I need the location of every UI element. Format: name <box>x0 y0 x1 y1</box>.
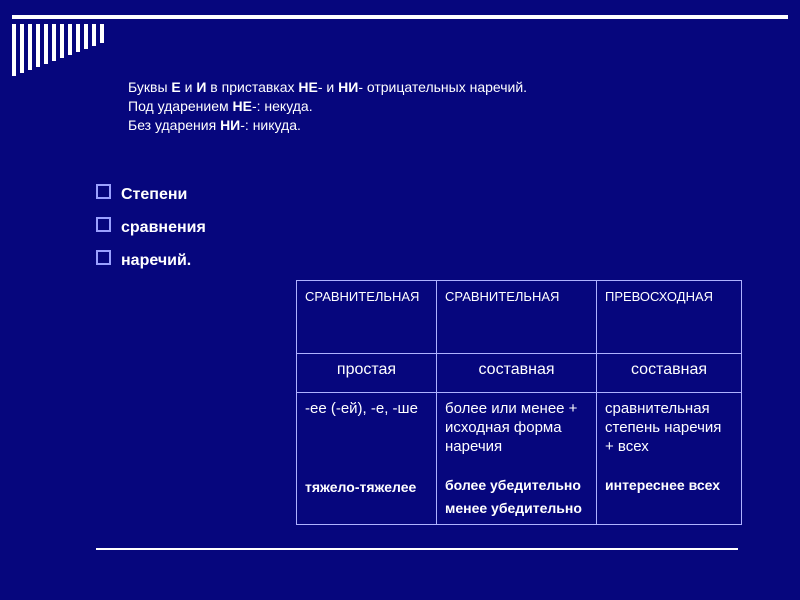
bullet-square-icon <box>96 250 111 265</box>
header-cell: СРАВНИТЕЛЬНАЯ <box>437 281 597 354</box>
list-item: Степени <box>96 181 296 204</box>
content-area: Степени сравнения наречий. СРАВНИТЕЛЬНАЯ… <box>96 175 738 525</box>
list-item-label: сравнения <box>121 219 206 237</box>
cell-example: интереснее всех <box>605 476 733 495</box>
list-item-label: Степени <box>121 186 187 204</box>
comparison-table: СРАВНИТЕЛЬНАЯ СРАВНИТЕЛЬНАЯ ПРЕВОСХОДНАЯ… <box>296 280 742 525</box>
list-item: сравнения <box>96 214 296 237</box>
bottom-rule <box>96 548 738 550</box>
decor-stripes <box>12 24 108 76</box>
title-line-3: Без ударения НИ-: никуда. <box>128 116 730 135</box>
body-cell: -ее (-ей), -е, -ше тяжело-тяжелее <box>297 393 437 525</box>
body-cell: более или менее + исходная форма наречия… <box>437 393 597 525</box>
bullet-list: Степени сравнения наречий. <box>96 181 296 280</box>
subheader-cell: простая <box>297 354 437 393</box>
table-row: -ее (-ей), -е, -ше тяжело-тяжелее более … <box>297 393 742 525</box>
subheader-cell: составная <box>437 354 597 393</box>
header-cell: СРАВНИТЕЛЬНАЯ <box>297 281 437 354</box>
cell-example: менее убедительно <box>445 499 588 518</box>
bullet-square-icon <box>96 217 111 232</box>
header-cell: ПРЕВОСХОДНАЯ <box>597 281 742 354</box>
body-cell: сравнительная степень наречия + всех инт… <box>597 393 742 525</box>
list-item: наречий. <box>96 247 296 270</box>
cell-desc: более или менее + исходная форма наречия <box>445 399 588 456</box>
title-line-1: Буквы Е и И в приставках НЕ- и НИ- отриц… <box>128 78 730 97</box>
cell-example: тяжело-тяжелее <box>305 478 428 497</box>
cell-desc: сравнительная степень наречия + всех <box>605 399 733 456</box>
slide: Буквы Е и И в приставках НЕ- и НИ- отриц… <box>0 0 800 600</box>
list-item-label: наречий. <box>121 252 191 270</box>
cell-example: более убедительно <box>445 476 588 495</box>
subheader-cell: составная <box>597 354 742 393</box>
cell-desc: -ее (-ей), -е, -ше <box>305 399 428 418</box>
title-block: Буквы Е и И в приставках НЕ- и НИ- отриц… <box>128 78 730 135</box>
table-row: СРАВНИТЕЛЬНАЯ СРАВНИТЕЛЬНАЯ ПРЕВОСХОДНАЯ <box>297 281 742 354</box>
title-line-2: Под ударением НЕ-: некуда. <box>128 97 730 116</box>
bullet-square-icon <box>96 184 111 199</box>
table-row: простая составная составная <box>297 354 742 393</box>
top-rule <box>12 15 788 19</box>
